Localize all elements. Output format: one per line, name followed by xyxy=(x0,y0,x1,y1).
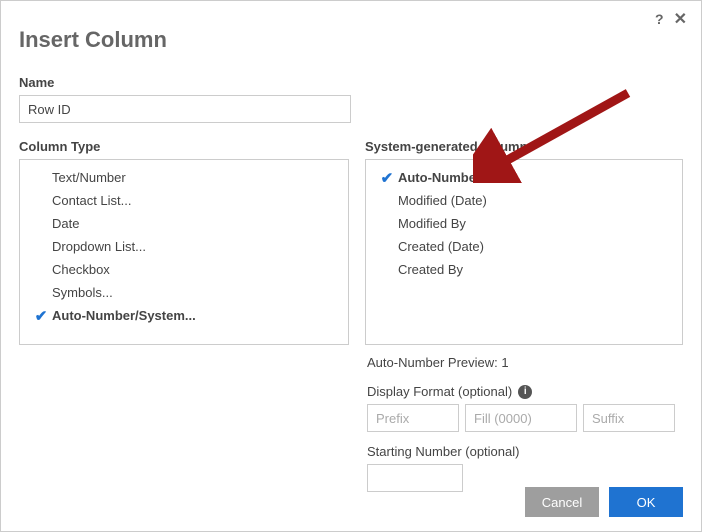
fill-input[interactable] xyxy=(465,404,577,432)
column-type-section: Column Type Text/Number Contact List... Da… xyxy=(19,139,349,345)
insert-column-dialog: ? ✕ Insert Column Name Column Type Text/… xyxy=(0,0,702,532)
sys-column-item-label: Created (Date) xyxy=(398,239,484,254)
preview-value: 1 xyxy=(501,355,508,370)
suffix-input[interactable] xyxy=(583,404,675,432)
display-format-label: Display Format (optional) xyxy=(367,384,512,399)
dialog-window-controls: ? ✕ xyxy=(655,9,687,29)
column-type-item-label: Contact List... xyxy=(52,193,131,208)
sys-column-item[interactable]: Modified (Date) xyxy=(366,189,682,212)
preview-label: Auto-Number Preview: xyxy=(367,355,501,370)
sys-column-item-label: Created By xyxy=(398,262,463,277)
sys-column-section: System-generated column ✔Auto-Number Modi… xyxy=(365,139,683,345)
ok-button[interactable]: OK xyxy=(609,487,683,517)
check-icon: ✔ xyxy=(376,169,398,187)
auto-number-config: Auto-Number Preview: 1 Display Format (o… xyxy=(367,355,687,492)
starting-number-input[interactable] xyxy=(367,464,463,492)
column-type-listbox[interactable]: Text/Number Contact List... Date Dropdown L… xyxy=(19,159,349,345)
name-label: Name xyxy=(19,75,683,90)
display-format-inputs xyxy=(367,404,687,432)
sys-column-item-label: Modified By xyxy=(398,216,466,231)
close-icon[interactable]: ✕ xyxy=(674,9,687,29)
column-type-item[interactable]: Symbols... xyxy=(20,281,348,304)
sys-column-item[interactable]: Modified By xyxy=(366,212,682,235)
dialog-buttons: Cancel OK xyxy=(525,487,683,517)
column-type-item[interactable]: ✔Auto-Number/System... xyxy=(20,304,348,327)
column-type-item-label: Text/Number xyxy=(52,170,126,185)
column-type-item[interactable]: Text/Number xyxy=(20,166,348,189)
column-type-item-label: Date xyxy=(52,216,79,231)
column-type-item[interactable]: Contact List... xyxy=(20,189,348,212)
auto-number-preview: Auto-Number Preview: 1 xyxy=(367,355,687,370)
cancel-button[interactable]: Cancel xyxy=(525,487,599,517)
sys-column-item-label: Auto-Number xyxy=(398,170,481,185)
column-type-item[interactable]: Checkbox xyxy=(20,258,348,281)
name-input[interactable] xyxy=(19,95,351,123)
column-type-item-label: Checkbox xyxy=(52,262,110,277)
sys-column-item-label: Modified (Date) xyxy=(398,193,487,208)
sys-column-listbox[interactable]: ✔Auto-Number Modified (Date) Modified By Cr… xyxy=(365,159,683,345)
sys-column-item[interactable]: ✔Auto-Number xyxy=(366,166,682,189)
sys-column-label: System-generated column xyxy=(365,139,683,154)
check-icon: ✔ xyxy=(30,307,52,325)
info-icon[interactable]: i xyxy=(518,385,532,399)
help-icon[interactable]: ? xyxy=(655,11,664,27)
display-format-label-row: Display Format (optional) i xyxy=(367,384,687,399)
type-columns-row: Column Type Text/Number Contact List... Da… xyxy=(19,139,683,345)
column-type-item-label: Dropdown List... xyxy=(52,239,146,254)
dialog-title: Insert Column xyxy=(19,27,683,53)
column-type-item-label: Auto-Number/System... xyxy=(52,308,196,323)
starting-number-label: Starting Number (optional) xyxy=(367,444,687,459)
sys-column-item[interactable]: Created By xyxy=(366,258,682,281)
prefix-input[interactable] xyxy=(367,404,459,432)
column-type-item[interactable]: Dropdown List... xyxy=(20,235,348,258)
column-type-item[interactable]: Date xyxy=(20,212,348,235)
sys-column-item[interactable]: Created (Date) xyxy=(366,235,682,258)
column-type-label: Column Type xyxy=(19,139,349,154)
column-type-item-label: Symbols... xyxy=(52,285,113,300)
